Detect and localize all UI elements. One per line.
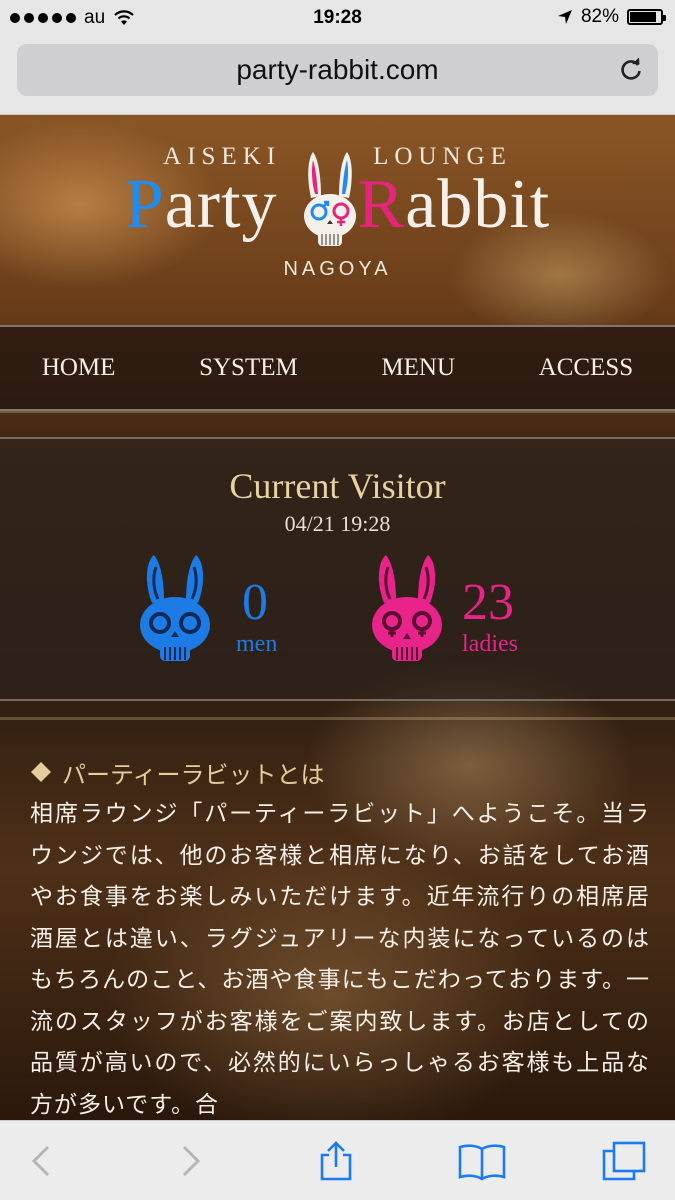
nav-menu[interactable]: MENU bbox=[381, 354, 455, 382]
visitor-title: Current Visitor bbox=[229, 466, 446, 506]
about-body: 相席ラウンジ「パーティーラビット」へようこそ。当ラウンジでは、他のお客様と相席に… bbox=[30, 801, 650, 1118]
diamond-bullet-icon bbox=[31, 762, 51, 782]
browser-toolbar bbox=[0, 1120, 675, 1200]
back-icon[interactable] bbox=[22, 1141, 62, 1181]
about-heading-text: パーティーラビットとは bbox=[62, 760, 325, 789]
visitor-datetime: 04/21 19:28 bbox=[284, 511, 391, 536]
men-label: men bbox=[236, 631, 278, 657]
current-visitor-panel: Current Visitor 04/21 19:28 0 men 23 lad… bbox=[0, 437, 675, 701]
bookmarks-icon[interactable] bbox=[458, 1141, 506, 1181]
nav-system[interactable]: SYSTEM bbox=[199, 354, 298, 382]
site-logo[interactable]: AISEKI LOUNGE Party Rabbit NAGOYA bbox=[0, 115, 675, 325]
nav-home[interactable]: HOME bbox=[42, 354, 116, 382]
blue-rabbit-skull-icon bbox=[140, 555, 210, 661]
web-page: AISEKI LOUNGE Party Rabbit NAGOYA HOME SYS… bbox=[0, 115, 675, 1120]
battery-percent: 82% bbox=[580, 6, 619, 27]
ladies-count: 23 bbox=[462, 574, 514, 631]
browser-address-area: party-rabbit.com bbox=[0, 38, 675, 115]
url-field[interactable]: party-rabbit.com bbox=[17, 44, 658, 96]
pink-rabbit-skull-icon bbox=[372, 555, 442, 661]
nav-access[interactable]: ACCESS bbox=[539, 354, 633, 382]
location-arrow-icon bbox=[557, 10, 572, 24]
about-heading: パーティーラビットとは bbox=[30, 752, 650, 792]
reload-icon[interactable] bbox=[618, 57, 644, 83]
status-bar: au 19:28 82% bbox=[0, 0, 675, 38]
share-icon[interactable] bbox=[316, 1141, 356, 1181]
status-right: 82% bbox=[557, 6, 666, 28]
about-section: パーティーラビットとは 相席ラウンジ「パーティーラビット」へようこそ。当ラウンジ… bbox=[30, 752, 650, 1120]
ladies-label: ladies bbox=[462, 631, 518, 657]
main-nav: HOME SYSTEM MENU ACCESS bbox=[0, 325, 675, 411]
men-count: 0 bbox=[242, 574, 268, 631]
battery-icon bbox=[627, 9, 666, 25]
url-text: party-rabbit.com bbox=[236, 54, 439, 85]
rabbit-skull-logo-icon bbox=[304, 152, 356, 246]
tabs-icon[interactable] bbox=[602, 1141, 646, 1181]
forward-icon[interactable] bbox=[170, 1141, 210, 1181]
logo-city: NAGOYA bbox=[283, 258, 392, 280]
